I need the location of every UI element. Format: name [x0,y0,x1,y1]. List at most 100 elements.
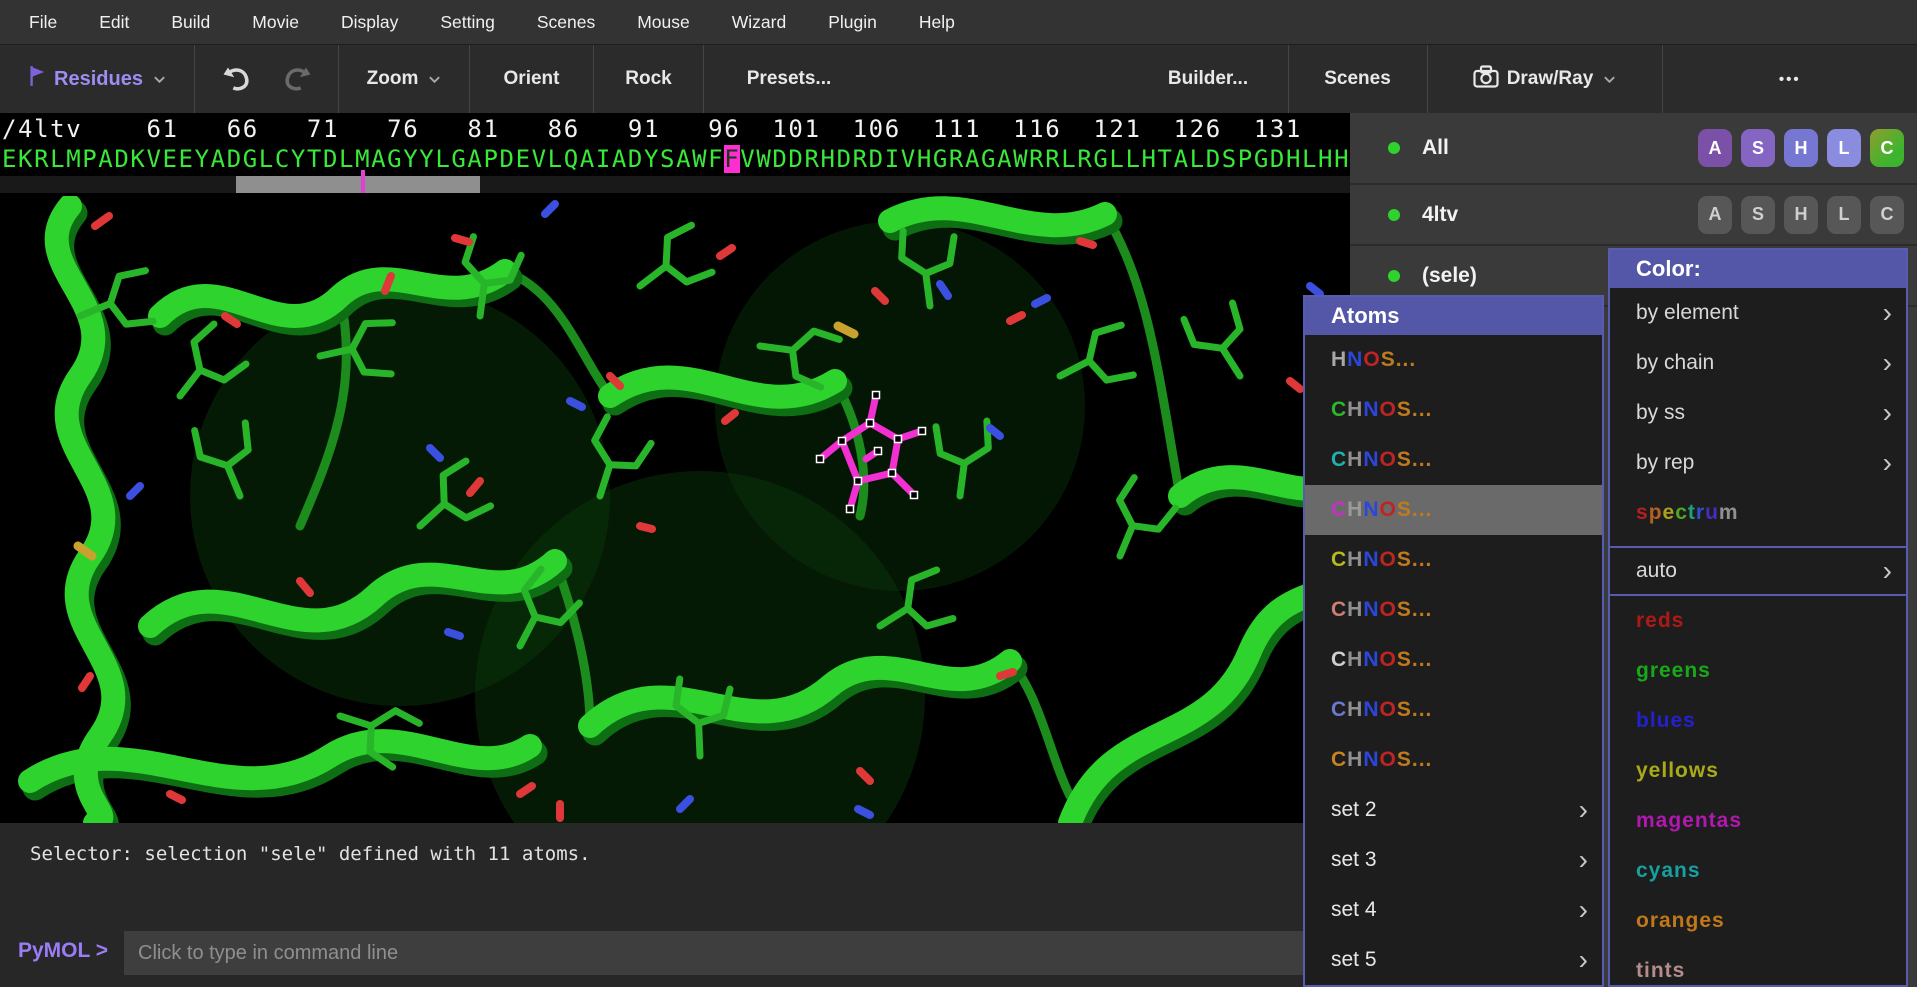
menu-wizard[interactable]: Wizard [711,0,807,44]
4ltv-action-button[interactable]: A [1698,196,1732,234]
orient-button[interactable]: Orient [470,45,594,113]
all-color-button[interactable]: C [1870,129,1904,167]
menu-item-by-ss[interactable]: by ss› [1610,388,1906,438]
redo-icon[interactable] [281,65,315,93]
menu-item-by-chain[interactable]: by chain› [1610,338,1906,388]
menu-scenes[interactable]: Scenes [516,0,616,44]
color-scheme-chnos-slate[interactable]: CHNOS... [1305,685,1602,735]
zoom-label: Zoom [367,68,419,90]
toolbar-spacer [874,45,1129,113]
sequence-ruler: /4ltv 61 66 71 76 81 86 91 96 101 106 11… [2,114,1302,144]
protein-render [0,196,1350,823]
menu-item-cyans[interactable]: cyans [1610,846,1906,896]
menu-item-greens[interactable]: greens [1610,646,1906,696]
enabled-dot-icon [1388,270,1400,282]
drawray-label: Draw/Ray [1507,68,1594,90]
submenu-arrow-icon: › [1579,794,1588,826]
menu-item-set3[interactable]: set 3› [1305,835,1602,885]
menu-build[interactable]: Build [150,0,231,44]
color-scheme-chnos-orange[interactable]: CHNOS... [1305,735,1602,785]
menu-file[interactable]: File [8,0,78,44]
color-scheme-chnos-cyan[interactable]: CHNOS... [1305,435,1602,485]
menu-bar: File Edit Build Movie Display Setting Sc… [0,0,1917,44]
sequence-viewer: /4ltv 61 66 71 76 81 86 91 96 101 106 11… [0,113,1350,196]
color-scheme-chnos-yellow[interactable]: CHNOS... [1305,535,1602,585]
enabled-dot-icon [1388,142,1400,154]
viewport-3d[interactable] [0,196,1350,823]
console-log: Selector: selection "sele" defined with … [30,843,591,865]
presets-button[interactable]: Presets... [704,45,874,113]
undo-icon[interactable] [219,65,253,93]
menu-edit[interactable]: Edit [78,0,150,44]
all-label-button[interactable]: L [1827,129,1861,167]
menu-item-yellows[interactable]: yellows [1610,746,1906,796]
color-scheme-chnos-white[interactable]: CHNOS... [1305,635,1602,685]
chevron-down-icon [153,68,166,90]
console-area: Selector: selection "sele" defined with … [0,823,1350,987]
menu-item-set4[interactable]: set 4› [1305,885,1602,935]
4ltv-label-button[interactable]: L [1827,196,1861,234]
submenu-arrow-icon: › [1883,297,1892,329]
color-scheme-hnos[interactable]: HNOS... [1305,335,1602,385]
sequence-scrollbar-track[interactable] [0,176,1350,193]
mode-dropdown[interactable]: Residues [0,45,195,113]
selected-residue: F [724,145,740,173]
4ltv-show-button[interactable]: S [1741,196,1775,234]
atoms-menu-title: Atoms [1305,297,1602,335]
menu-plugin[interactable]: Plugin [807,0,898,44]
color-scheme-chnos-green[interactable]: CHNOS... [1305,385,1602,435]
more-button[interactable]: ••• [1663,45,1917,113]
menu-item-by-rep[interactable]: by rep› [1610,438,1906,488]
menu-item-set2[interactable]: set 2› [1305,785,1602,835]
all-show-button[interactable]: S [1741,129,1775,167]
menu-item-set5[interactable]: set 5› [1305,935,1602,985]
submenu-arrow-icon: › [1579,894,1588,926]
pymol-prompt: PyMOL > [18,939,108,963]
menu-item-spectrum[interactable]: spectrum [1610,488,1906,538]
menu-item-tints[interactable]: tints [1610,946,1906,987]
menu-movie[interactable]: Movie [231,0,320,44]
submenu-arrow-icon: › [1883,555,1892,587]
drawray-dropdown[interactable]: Draw/Ray [1428,45,1663,113]
color-scheme-chnos-magenta[interactable]: CHNOS... [1305,485,1602,535]
rock-button[interactable]: Rock [594,45,704,113]
submenu-arrow-icon: › [1579,844,1588,876]
history-section [195,45,339,113]
builder-button[interactable]: Builder... [1129,45,1289,113]
sequence-row[interactable]: EKRLMPADKVEEYADGLCYTDLMAGYYLGAPDEVLQAIAD… [2,144,1350,174]
4ltv-color-button[interactable]: C [1870,196,1904,234]
enabled-dot-icon [1388,209,1400,221]
menu-item-reds[interactable]: reds [1610,596,1906,646]
color-submenu: Color: by element› by chain› by ss› by r… [1608,248,1908,987]
menu-mouse[interactable]: Mouse [616,0,711,44]
scenes-button[interactable]: Scenes [1289,45,1428,113]
menu-setting[interactable]: Setting [419,0,515,44]
command-input[interactable] [124,931,1312,975]
color-scheme-chnos-salmon[interactable]: CHNOS... [1305,585,1602,635]
object-label: All [1422,136,1449,160]
4ltv-hide-button[interactable]: H [1784,196,1818,234]
pymol-window: File Edit Build Movie Display Setting Sc… [0,0,1917,987]
color-menu-title: Color: [1610,250,1906,288]
menu-help[interactable]: Help [898,0,976,44]
all-action-button[interactable]: A [1698,129,1732,167]
camera-icon [1473,65,1499,94]
menu-item-oranges[interactable]: oranges [1610,896,1906,946]
menu-item-by-element[interactable]: by element› [1610,288,1906,338]
submenu-arrow-icon: › [1883,447,1892,479]
selection-position-tick [361,170,365,193]
chevron-down-icon [428,68,441,90]
menu-display[interactable]: Display [320,0,419,44]
menu-item-auto[interactable]: auto› [1610,546,1906,596]
panel-row-all[interactable]: All A S H L C [1350,113,1917,185]
menu-item-magentas[interactable]: magentas [1610,796,1906,846]
submenu-arrow-icon: › [1883,347,1892,379]
object-label: 4ltv [1422,203,1458,227]
zoom-dropdown[interactable]: Zoom [339,45,470,113]
atoms-context-menu: Atoms HNOS... CHNOS... CHNOS... CHNOS...… [1303,295,1604,987]
menu-item-blues[interactable]: blues [1610,696,1906,746]
sequence-scrollbar-thumb[interactable] [236,176,480,193]
chevron-down-icon [1603,68,1616,90]
all-hide-button[interactable]: H [1784,129,1818,167]
panel-row-4ltv[interactable]: 4ltv A S H L C [1350,185,1917,246]
